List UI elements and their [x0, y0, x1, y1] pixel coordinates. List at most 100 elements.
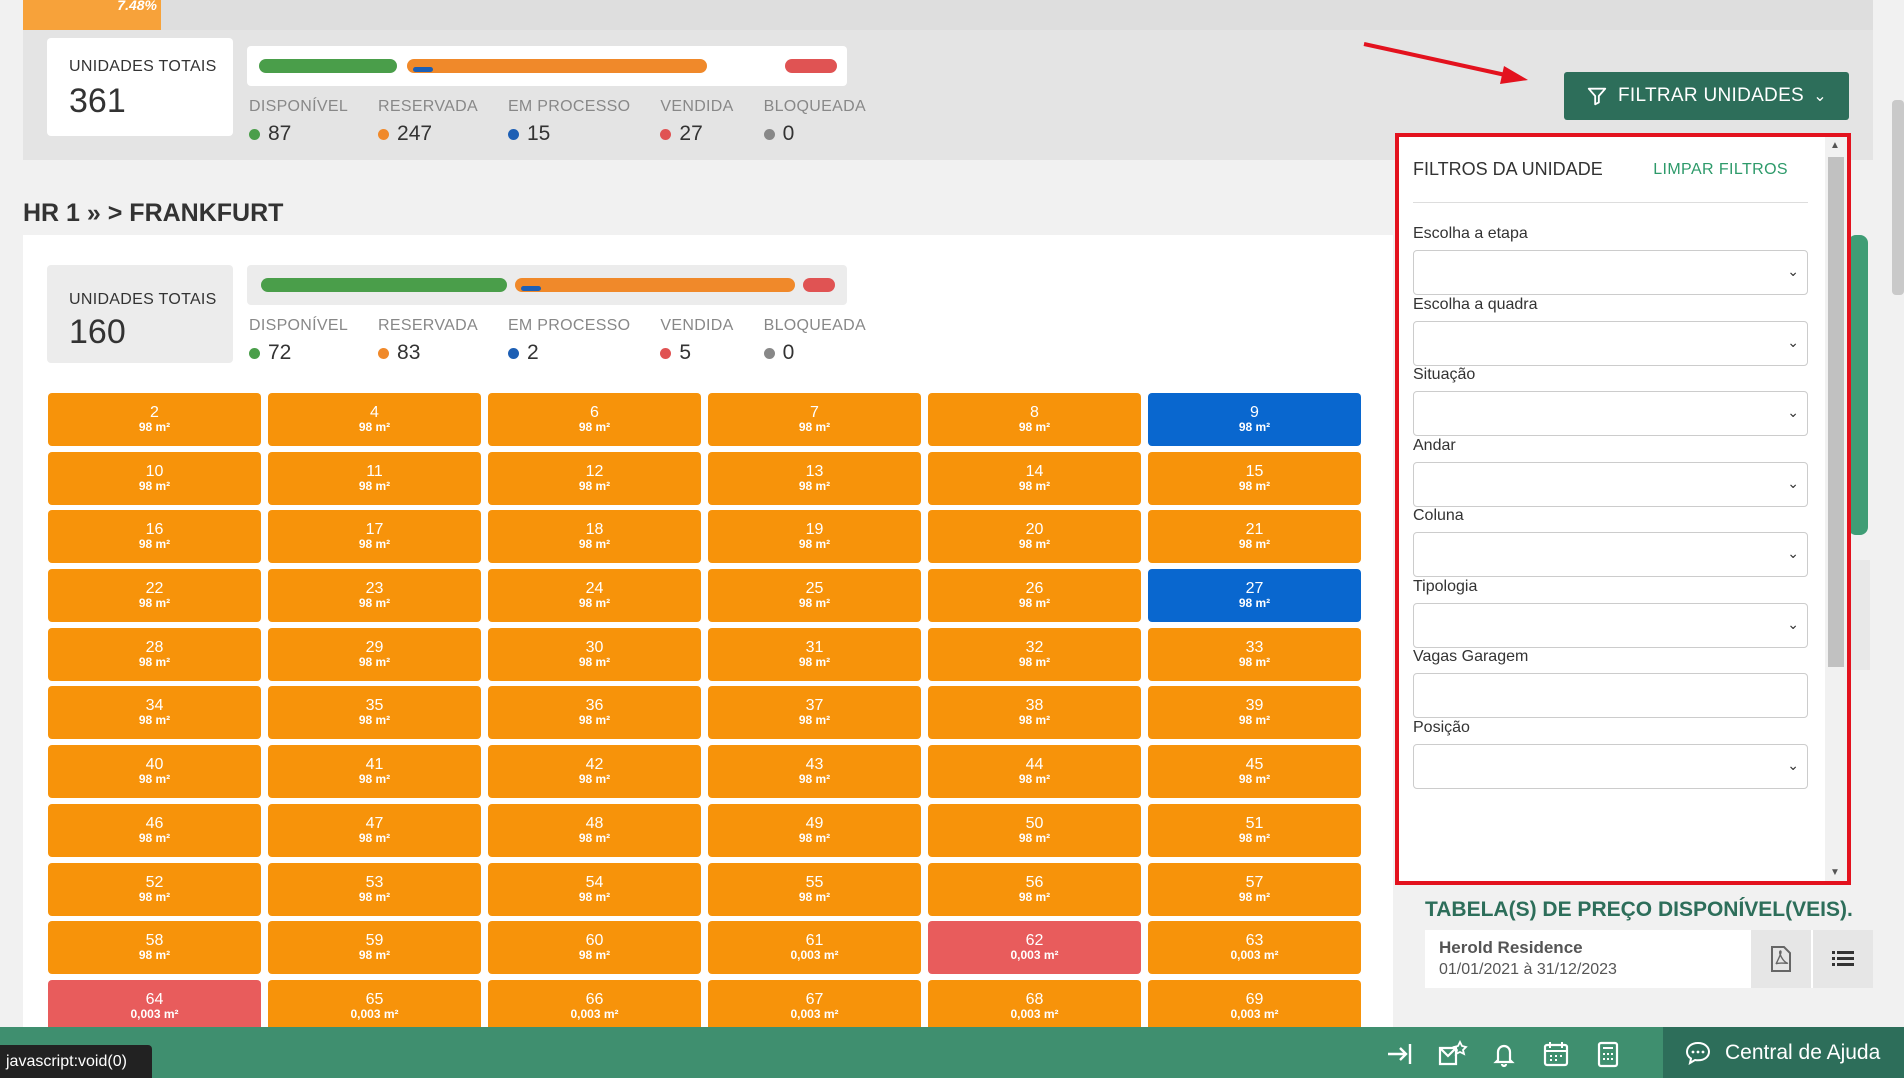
unit-cell[interactable]: 52 98 m² — [48, 862, 261, 916]
filter-input[interactable] — [1413, 673, 1808, 718]
unit-cell[interactable]: 46 98 m² — [48, 803, 261, 857]
unit-cell[interactable]: 35 98 m² — [268, 686, 481, 740]
unit-cell[interactable]: 29 98 m² — [268, 627, 481, 681]
unit-cell[interactable]: 30 98 m² — [488, 627, 701, 681]
unit-cell[interactable]: 53 98 m² — [268, 862, 481, 916]
unit-cell[interactable]: 32 98 m² — [928, 627, 1141, 681]
unit-cell[interactable]: 34 98 m² — [48, 686, 261, 740]
unit-number: 46 — [145, 814, 164, 832]
unit-cell[interactable]: 18 98 m² — [488, 510, 701, 564]
unit-cell[interactable]: 56 98 m² — [928, 862, 1141, 916]
filter-select[interactable]: ⌄ — [1413, 250, 1808, 295]
unit-area: 98 m² — [1238, 596, 1271, 611]
unit-cell[interactable]: 48 98 m² — [488, 803, 701, 857]
filter-select[interactable]: ⌄ — [1413, 320, 1808, 366]
page-scrollbar-thumb[interactable] — [1892, 100, 1904, 295]
scroll-up-icon[interactable]: ▲ — [1830, 140, 1840, 151]
unit-cell[interactable]: 36 98 m² — [488, 686, 701, 740]
unit-cell[interactable]: 47 98 m² — [268, 803, 481, 857]
unit-cell[interactable]: 16 98 m² — [48, 510, 261, 564]
filter-select[interactable]: ⌄ — [1413, 391, 1808, 436]
unit-cell[interactable]: 63 0,003 m² — [1148, 921, 1361, 975]
filter-units-button[interactable]: FILTRAR UNIDADES ⌄ — [1564, 72, 1849, 120]
unit-cell[interactable]: 67 0,003 m² — [708, 979, 921, 1033]
unit-cell[interactable]: 23 98 m² — [268, 569, 481, 623]
unit-cell[interactable]: 42 98 m² — [488, 745, 701, 799]
unit-cell[interactable]: 41 98 m² — [268, 745, 481, 799]
unit-cell[interactable]: 50 98 m² — [928, 803, 1141, 857]
unit-cell[interactable]: 11 98 m² — [268, 451, 481, 505]
unit-cell[interactable]: 31 98 m² — [708, 627, 921, 681]
unit-cell[interactable]: 39 98 m² — [1148, 686, 1361, 740]
unit-cell[interactable]: 60 98 m² — [488, 921, 701, 975]
unit-cell[interactable]: 61 0,003 m² — [708, 921, 921, 975]
unit-cell[interactable]: 13 98 m² — [708, 451, 921, 505]
unit-cell[interactable]: 12 98 m² — [488, 451, 701, 505]
help-center-button[interactable]: Central de Ajuda — [1663, 1027, 1904, 1078]
legend-count: 72 — [249, 341, 348, 365]
unit-cell[interactable]: 8 98 m² — [928, 393, 1141, 446]
unit-cell[interactable]: 40 98 m² — [48, 745, 261, 799]
chevron-down-icon[interactable]: ⌄ — [1813, 86, 1827, 106]
unit-area: 0,003 m² — [1010, 948, 1059, 963]
unit-cell[interactable]: 22 98 m² — [48, 569, 261, 623]
unit-cell[interactable]: 27 98 m² — [1148, 569, 1361, 623]
filter-panel-scrollbar[interactable]: ▲ ▼ — [1825, 137, 1847, 881]
unit-cell[interactable]: 14 98 m² — [928, 451, 1141, 505]
filter-select[interactable]: ⌄ — [1413, 602, 1808, 648]
unit-cell[interactable]: 55 98 m² — [708, 862, 921, 916]
unit-cell[interactable]: 66 0,003 m² — [488, 979, 701, 1033]
unit-cell[interactable]: 28 98 m² — [48, 627, 261, 681]
unit-cell[interactable]: 15 98 m² — [1148, 451, 1361, 505]
unit-cell[interactable]: 69 0,003 m² — [1148, 979, 1361, 1033]
mail-star-icon[interactable] — [1426, 1040, 1478, 1068]
bell-icon[interactable] — [1478, 1040, 1530, 1068]
unit-area: 0,003 m² — [1230, 948, 1279, 963]
unit-cell[interactable]: 37 98 m² — [708, 686, 921, 740]
unit-cell[interactable]: 10 98 m² — [48, 451, 261, 505]
calculator-icon[interactable] — [1582, 1040, 1634, 1068]
price-list-button[interactable] — [1813, 930, 1873, 988]
unit-area: 98 m² — [578, 948, 611, 963]
unit-cell[interactable]: 57 98 m² — [1148, 862, 1361, 916]
unit-cell[interactable]: 19 98 m² — [708, 510, 921, 564]
filter-select[interactable]: ⌄ — [1413, 743, 1808, 789]
unit-cell[interactable]: 24 98 m² — [488, 569, 701, 623]
unit-cell[interactable]: 62 0,003 m² — [928, 921, 1141, 975]
unit-cell[interactable]: 7 98 m² — [708, 393, 921, 446]
unit-cell[interactable]: 2 98 m² — [48, 393, 261, 446]
filter-select[interactable]: ⌄ — [1413, 532, 1808, 577]
unit-cell[interactable]: 43 98 m² — [708, 745, 921, 799]
unit-cell[interactable]: 45 98 m² — [1148, 745, 1361, 799]
unit-cell[interactable]: 17 98 m² — [268, 510, 481, 564]
legend-item: RESERVADA 83 — [378, 317, 478, 365]
scroll-down-icon[interactable]: ▼ — [1830, 867, 1840, 878]
unit-cell[interactable]: 21 98 m² — [1148, 510, 1361, 564]
pdf-download-button[interactable] — [1751, 930, 1811, 988]
filter-select[interactable]: ⌄ — [1413, 461, 1808, 507]
unit-cell[interactable]: 65 0,003 m² — [268, 979, 481, 1033]
scrollbar-thumb[interactable] — [1828, 157, 1844, 667]
unit-cell[interactable]: 6 98 m² — [488, 393, 701, 446]
unit-area: 98 m² — [138, 420, 171, 434]
unit-cell[interactable]: 33 98 m² — [1148, 627, 1361, 681]
calendar-icon[interactable] — [1530, 1040, 1582, 1068]
unit-cell[interactable]: 9 98 m² — [1148, 393, 1361, 446]
unit-cell[interactable]: 20 98 m² — [928, 510, 1141, 564]
unit-cell[interactable]: 64 0,003 m² — [48, 979, 261, 1033]
legend-count: 0 — [763, 122, 866, 146]
unit-cell[interactable]: 26 98 m² — [928, 569, 1141, 623]
unit-cell[interactable]: 38 98 m² — [928, 686, 1141, 740]
unit-cell[interactable]: 49 98 m² — [708, 803, 921, 857]
logout-arrow-icon[interactable] — [1374, 1040, 1426, 1068]
unit-cell[interactable]: 58 98 m² — [48, 921, 261, 975]
unit-cell[interactable]: 59 98 m² — [268, 921, 481, 975]
unit-cell[interactable]: 51 98 m² — [1148, 803, 1361, 857]
unit-cell[interactable]: 68 0,003 m² — [928, 979, 1141, 1033]
unit-cell[interactable]: 4 98 m² — [268, 393, 481, 446]
clear-filters-link[interactable]: LIMPAR FILTROS — [1653, 161, 1788, 179]
unit-cell[interactable]: 44 98 m² — [928, 745, 1141, 799]
unit-cell[interactable]: 54 98 m² — [488, 862, 701, 916]
unit-cell[interactable]: 25 98 m² — [708, 569, 921, 623]
filter-field: Tipologia ⌄ — [1413, 578, 1808, 648]
